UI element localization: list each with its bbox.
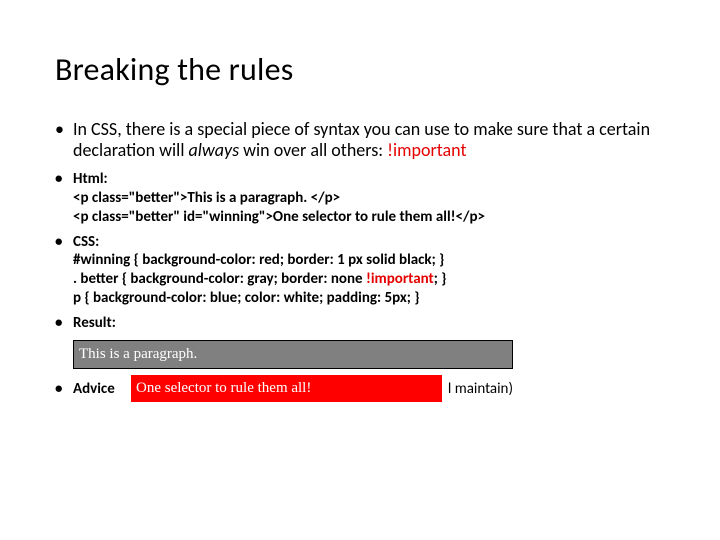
advice-label: Advice bbox=[73, 380, 115, 398]
slide-title: Breaking the rules bbox=[55, 50, 665, 89]
css-line-1: #winning { background-color: red; border… bbox=[73, 251, 444, 269]
result-paragraph-1: This is a paragraph. bbox=[73, 340, 513, 369]
sub-bullet-list: Html: <p class="better">This is a paragr… bbox=[55, 170, 665, 332]
html-line-1: <p class="better">This is a paragraph. <… bbox=[73, 189, 340, 207]
advice-tail-text: l maintain) bbox=[448, 380, 513, 398]
css-line-2-post: ; } bbox=[434, 270, 447, 288]
html-label: Html: bbox=[73, 170, 108, 188]
slide: Breaking the rules In CSS, there is a sp… bbox=[0, 0, 720, 432]
css-line-2-important: !important bbox=[366, 270, 434, 288]
bullet-list: In CSS, there is a special piece of synt… bbox=[55, 119, 665, 160]
intro-important: !important bbox=[387, 139, 466, 161]
result-label-bullet: Result: bbox=[55, 314, 665, 333]
result-label: Result: bbox=[73, 314, 116, 332]
advice-row: Advice One selector to rule them all! l … bbox=[73, 375, 513, 402]
result-preview: This is a paragraph. Advice One selector… bbox=[73, 340, 513, 402]
advice-bullet: Advice bbox=[55, 380, 131, 398]
css-line-3: p { background-color: blue; color: white… bbox=[73, 289, 420, 307]
html-line-2: <p class="better" id="winning">One selec… bbox=[73, 208, 485, 226]
html-section: Html: <p class="better">This is a paragr… bbox=[55, 170, 665, 226]
css-line-2-pre: . better { background-color: gray; borde… bbox=[73, 270, 366, 288]
css-section: CSS: #winning { background-color: red; b… bbox=[55, 233, 665, 308]
intro-always: always bbox=[189, 139, 240, 161]
css-label: CSS: bbox=[73, 233, 99, 251]
result-paragraph-2: One selector to rule them all! bbox=[131, 375, 442, 402]
intro-text-mid: win over all others: bbox=[239, 139, 387, 161]
intro-bullet: In CSS, there is a special piece of synt… bbox=[55, 119, 665, 160]
